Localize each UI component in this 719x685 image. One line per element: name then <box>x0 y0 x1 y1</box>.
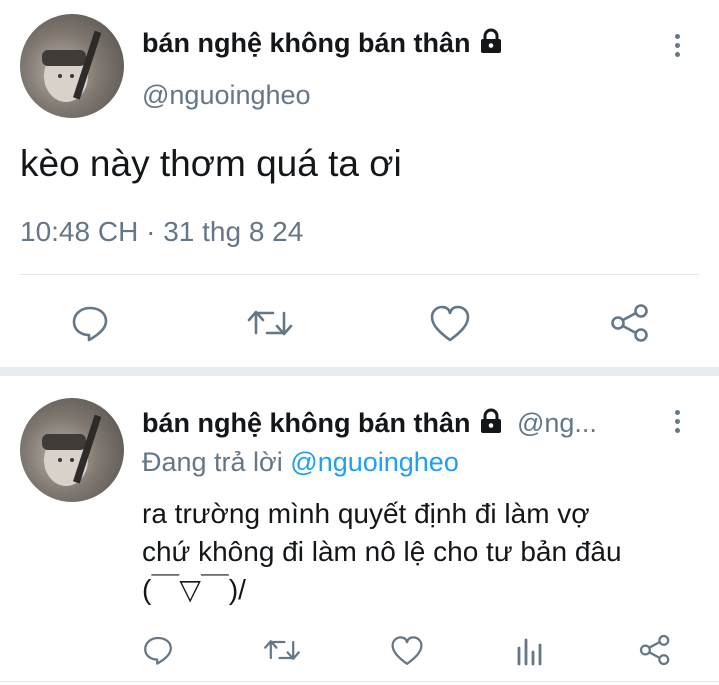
display-name[interactable]: bán nghệ không bán thân <box>142 28 504 61</box>
retweet-icon[interactable] <box>247 303 293 343</box>
reply-icon[interactable] <box>70 303 110 343</box>
divider <box>0 681 719 682</box>
reply-text: ra trường mình quyết định đi làm vợ chứ … <box>142 495 622 609</box>
share-icon[interactable] <box>638 634 672 666</box>
divider <box>20 274 699 275</box>
replying-to: Đang trả lời @nguoingheo <box>142 447 459 478</box>
lock-icon <box>478 408 504 439</box>
more-options-icon[interactable] <box>675 34 681 61</box>
section-separator <box>0 367 719 376</box>
replying-to-link[interactable]: @nguoingheo <box>290 447 459 477</box>
date[interactable]: 31 thg 8 24 <box>163 216 303 247</box>
display-name-text: bán nghệ không bán thân <box>142 28 471 58</box>
tweet-meta: 10:48 CH · 31 thg 8 24 <box>20 216 303 248</box>
reply-icon[interactable] <box>142 634 174 666</box>
reply-text-line: (￣▽￣)/ <box>142 574 246 605</box>
replying-prefix: Đang trả lời <box>142 447 283 477</box>
handle[interactable]: @ng... <box>517 408 597 438</box>
retweet-icon[interactable] <box>263 634 301 666</box>
reply-text-line: ra trường mình quyết định đi làm vợ <box>142 498 590 529</box>
meta-separator: · <box>146 216 156 247</box>
reply-text-line: chứ không đi làm nô lệ cho tư bản đâu <box>142 536 622 567</box>
avatar[interactable] <box>20 14 124 118</box>
more-options-icon[interactable] <box>675 410 681 437</box>
like-icon[interactable] <box>429 304 471 344</box>
avatar[interactable] <box>20 398 124 502</box>
handle[interactable]: @nguoingheo <box>142 80 311 111</box>
analytics-icon[interactable] <box>516 634 546 666</box>
lock-icon <box>478 28 504 61</box>
reply-header: bán nghệ không bán thân @ng... <box>142 408 652 439</box>
share-icon[interactable] <box>609 303 651 343</box>
timestamp[interactable]: 10:48 CH <box>20 216 138 247</box>
like-icon[interactable] <box>390 635 424 667</box>
tweet-text: kèo này thơm quá ta ơi <box>20 143 402 184</box>
display-name[interactable]: bán nghệ không bán thân <box>142 408 470 438</box>
